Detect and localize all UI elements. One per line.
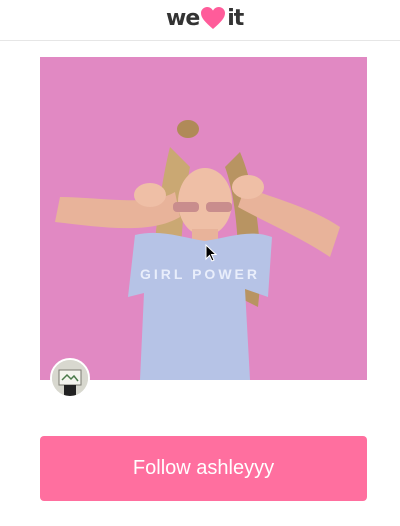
logo-suffix: it [227,5,244,31]
photo-image: GIRL POWER [40,57,367,380]
user-avatar[interactable] [50,358,90,398]
avatar-image [52,360,88,396]
top-header: we it [0,0,400,41]
mouse-cursor-icon [205,244,217,262]
shirt-text: GIRL POWER [140,266,260,282]
logo-prefix: we [166,5,200,31]
post-image[interactable]: GIRL POWER [40,57,367,380]
heart-icon [201,7,226,29]
weheartit-logo[interactable]: we it [166,4,244,32]
follow-button[interactable]: Follow ashleyyy [40,436,367,501]
